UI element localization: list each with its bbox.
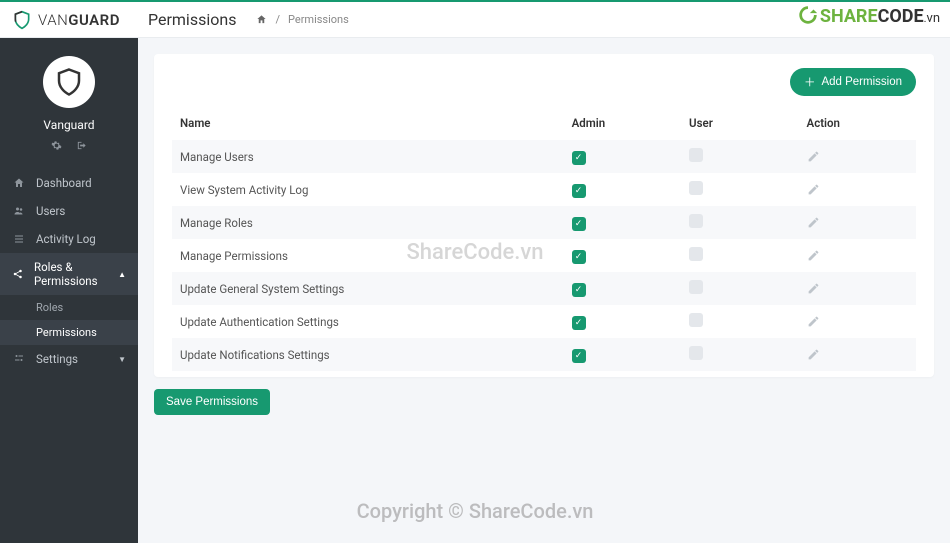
perm-name: Update Notifications Settings [172,338,564,371]
edit-icon[interactable] [807,249,908,262]
user-checkbox[interactable] [689,313,703,327]
list-icon [12,233,26,245]
avatar[interactable] [43,56,95,108]
user-checkbox[interactable] [689,247,703,261]
perm-name: View System Activity Log [172,173,564,206]
edit-icon[interactable] [807,348,908,361]
sidebar-item-label: Dashboard [36,176,92,190]
sidebar-item-dashboard[interactable]: Dashboard [0,169,138,197]
share-icon [12,268,24,280]
admin-checkbox[interactable]: ✓ [572,283,586,297]
perm-name: Manage Permissions [172,239,564,272]
admin-checkbox[interactable]: ✓ [572,151,586,165]
users-icon [12,205,26,217]
topbar: VANGUARD Permissions / Permissions SHARE… [0,0,950,38]
chevron-up-icon: ▲ [118,270,126,279]
breadcrumb: / Permissions [256,13,348,26]
table-row: Manage Roles ✓ [172,206,916,239]
home-icon[interactable] [256,14,267,25]
perm-name: Update General System Settings [172,272,564,305]
logout-icon[interactable] [76,140,87,151]
perm-name: Manage Users [172,140,564,173]
gear-icon[interactable] [51,140,62,151]
subnav-roles-permissions: Roles Permissions [0,295,138,345]
save-permissions-button[interactable]: Save Permissions [154,389,270,415]
table-row: Update Notifications Settings ✓ [172,338,916,371]
brand-logo[interactable]: VANGUARD [12,10,138,30]
perm-name: Manage Roles [172,206,564,239]
col-admin: Admin [564,106,681,140]
sidebar-nav: Dashboard Users Activity Log Roles & Per… [0,169,138,373]
admin-checkbox[interactable]: ✓ [572,250,586,264]
table-row: View System Activity Log ✓ [172,173,916,206]
sidebar-item-settings[interactable]: Settings ▼ [0,345,138,373]
col-user: User [681,106,798,140]
user-checkbox[interactable] [689,346,703,360]
subnav-item-roles[interactable]: Roles [0,295,138,320]
table-row: Update Authentication Settings ✓ [172,305,916,338]
user-checkbox[interactable] [689,280,703,294]
username-label: Vanguard [43,118,94,132]
perm-name: Update Authentication Settings [172,305,564,338]
table-row: Manage Users ✓ [172,140,916,173]
dashboard-icon [12,177,26,189]
admin-checkbox[interactable]: ✓ [572,217,586,231]
table-row: Update General System Settings ✓ [172,272,916,305]
sidebar-item-roles-permissions[interactable]: Roles & Permissions ▲ [0,253,138,295]
breadcrumb-current: Permissions [288,13,349,26]
chevron-down-icon: ▼ [118,355,126,364]
main-content: ＋ Add Permission Name Admin User Action … [138,38,950,543]
user-checkbox[interactable] [689,181,703,195]
subnav-item-permissions[interactable]: Permissions [0,320,138,345]
breadcrumb-separator: / [275,13,280,26]
brand-text: VANGUARD [38,11,120,29]
page-title: Permissions [148,10,236,29]
sharecode-badge: SHARECODE.vn [796,4,940,27]
edit-icon[interactable] [807,282,908,295]
admin-checkbox[interactable]: ✓ [572,316,586,330]
avatar-block: Vanguard [0,38,138,161]
sidebar-item-label: Roles & Permissions [34,260,108,288]
user-checkbox[interactable] [689,214,703,228]
sliders-icon [12,353,26,365]
edit-icon[interactable] [807,150,908,163]
shield-icon [12,10,32,30]
admin-checkbox[interactable]: ✓ [572,349,586,363]
sidebar: Vanguard Dashboard Users Activity Log Ro… [0,38,138,543]
admin-checkbox[interactable]: ✓ [572,184,586,198]
col-name: Name [172,106,564,140]
sidebar-item-label: Activity Log [36,232,96,246]
user-checkbox[interactable] [689,148,703,162]
edit-icon[interactable] [807,216,908,229]
col-action: Action [799,106,916,140]
sidebar-item-label: Settings [36,352,78,366]
add-permission-button[interactable]: ＋ Add Permission [790,68,916,96]
sidebar-item-label: Users [36,204,65,218]
permissions-card: ＋ Add Permission Name Admin User Action … [154,54,934,377]
permissions-table: Name Admin User Action Manage Users✓View… [172,106,916,371]
table-row: Manage Permissions ✓ [172,239,916,272]
plus-icon: ＋ [804,74,816,90]
sidebar-item-activity[interactable]: Activity Log [0,225,138,253]
edit-icon[interactable] [807,183,908,196]
edit-icon[interactable] [807,315,908,328]
sidebar-item-users[interactable]: Users [0,197,138,225]
user-actions [51,140,87,151]
